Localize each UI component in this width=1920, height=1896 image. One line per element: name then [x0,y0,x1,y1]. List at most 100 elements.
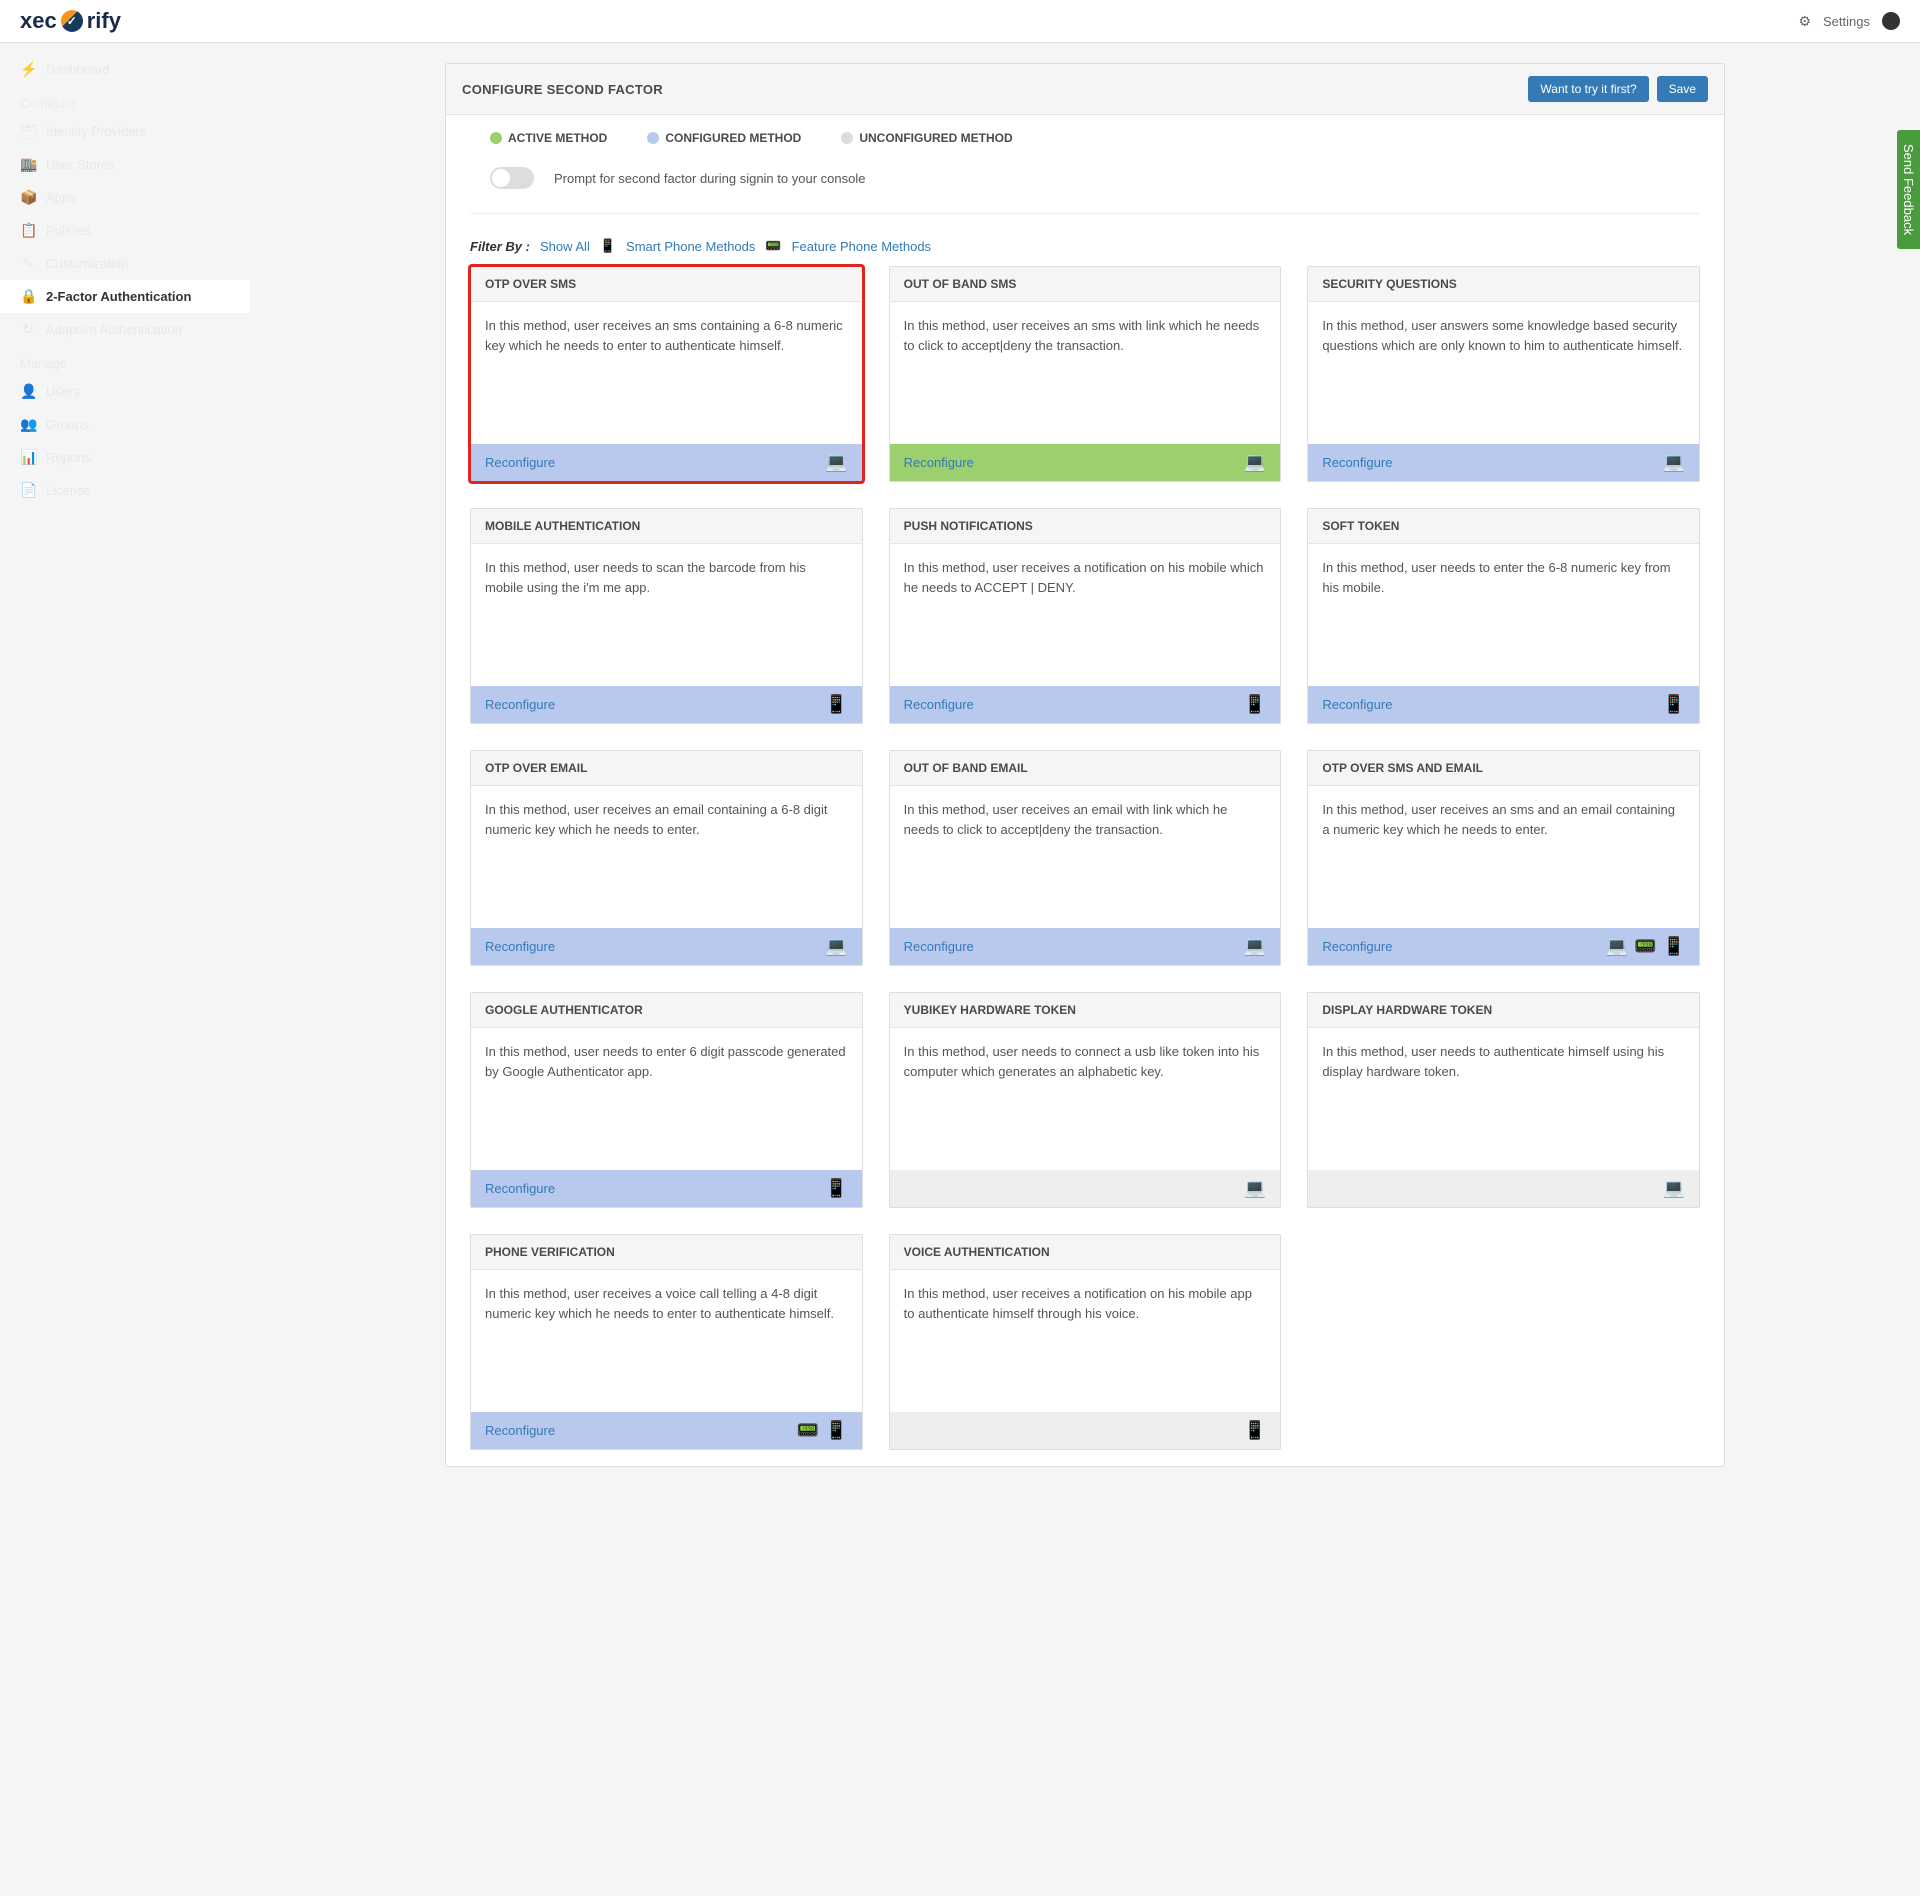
card-description: In this method, user receives an sms con… [471,302,862,444]
sidebar-item-groups[interactable]: 👥Groups [0,408,250,441]
nav-icon: 🏬 [20,156,36,173]
method-card-push-notifications: PUSH NOTIFICATIONSIn this method, user r… [889,508,1282,724]
sidebar-item-user-stores[interactable]: 🏬 User Stores [0,148,250,181]
avatar[interactable] [1882,12,1900,30]
reconfigure-link[interactable]: Reconfigure [904,697,974,712]
device-icon: 💻 [1244,1178,1266,1199]
card-title: PHONE VERIFICATION [471,1235,862,1270]
device-icons: 📟📱 [797,1420,848,1441]
sidebar-item-license[interactable]: 📄License [0,474,250,507]
config-panel: CONFIGURE SECOND FACTOR Want to try it f… [445,63,1725,1467]
reconfigure-link[interactable]: Reconfigure [485,455,555,470]
device-icons: 💻 [825,936,847,957]
reconfigure-link[interactable]: Reconfigure [1322,455,1392,470]
legend-row: ACTIVE METHOD CONFIGURED METHOD UNCONFIG… [470,131,1700,145]
sidebar-item-users[interactable]: 👤Users [0,375,250,408]
method-card-otp-over-sms: OTP OVER SMSIn this method, user receive… [470,266,863,482]
method-card-mobile-authentication: MOBILE AUTHENTICATIONIn this method, use… [470,508,863,724]
nav-label: User Stores [46,157,115,172]
sidebar-item-reports[interactable]: 📊Reports [0,441,250,474]
card-description: In this method, user answers some knowle… [1308,302,1699,444]
method-card-display-hardware-token: DISPLAY HARDWARE TOKENIn this method, us… [1307,992,1700,1208]
device-icons: 📱 [825,1178,847,1199]
card-title: OUT OF BAND EMAIL [890,751,1281,786]
device-icons: 💻 [1244,1178,1266,1199]
sidebar-item-identity-providers[interactable]: 🗂Identity Providers [0,115,250,148]
nav-label: 2-Factor Authentication [46,289,191,304]
feedback-tab[interactable]: Send Feedback [1897,130,1920,249]
nav-icon: 📦 [20,189,36,206]
device-icon: 💻 [1244,452,1266,473]
card-footer: Reconfigure💻 [1308,444,1699,481]
method-card-phone-verification: PHONE VERIFICATIONIn this method, user r… [470,1234,863,1450]
method-card-security-questions: SECURITY QUESTIONSIn this method, user a… [1307,266,1700,482]
sidebar-item-adaptive-authentication[interactable]: ↻Adaptive Authentication [0,313,250,346]
card-description: In this method, user receives an sms and… [1308,786,1699,928]
card-description: In this method, user receives a notifica… [890,1270,1281,1412]
sidebar-item-customization[interactable]: ✎Customization [0,247,250,280]
sidebar-item-apps[interactable]: 📦 Apps [0,181,250,214]
sidebar-item-policies[interactable]: 📋Policies [0,214,250,247]
prompt-toggle[interactable] [490,167,534,189]
reconfigure-link[interactable]: Reconfigure [1322,697,1392,712]
card-footer: Reconfigure 💻📟📱 [1308,928,1699,965]
sidebar-item-dashboard[interactable]: ⚡Dashboard [0,53,250,86]
device-icon: 📱 [1663,936,1685,957]
nav-icon: 👥 [20,416,36,433]
nav-label: Identity Providers [46,124,146,139]
device-icons: 📱 [825,694,847,715]
device-icons: 💻📟📱 [1606,936,1685,957]
reconfigure-link[interactable]: Reconfigure [485,939,555,954]
device-icons: 💻 [1244,452,1266,473]
card-title: MOBILE AUTHENTICATION [471,509,862,544]
reconfigure-link[interactable]: Reconfigure [1322,939,1392,954]
logo-mark: ✓ [61,10,83,32]
reconfigure-link[interactable]: Reconfigure [485,697,555,712]
card-title: GOOGLE AUTHENTICATOR [471,993,862,1028]
card-title: OUT OF BAND SMS [890,267,1281,302]
reconfigure-link[interactable]: Reconfigure [485,1423,555,1438]
nav-label: Customization [46,256,128,271]
nav-label: Apps [46,190,76,205]
reconfigure-link[interactable]: Reconfigure [904,455,974,470]
filter-smart[interactable]: Smart Phone Methods [626,239,755,254]
nav-icon: 🔒 [20,288,36,305]
gear-icon[interactable]: ⚙ [1798,13,1811,30]
settings-link[interactable]: Settings [1823,14,1870,29]
device-icon: 📟 [797,1420,819,1441]
nav-icon: 📄 [20,482,36,499]
device-icons: 💻 [1244,936,1266,957]
dot-configured-icon [647,132,659,144]
panel-title: CONFIGURE SECOND FACTOR [462,82,663,97]
card-description: In this method, user needs to connect a … [890,1028,1281,1170]
card-description: In this method, user needs to enter 6 di… [471,1028,862,1170]
nav-icon: ↻ [20,321,36,338]
reconfigure-link[interactable]: Reconfigure [904,939,974,954]
device-icons: 💻 [1663,1178,1685,1199]
method-card-otp-over-email: OTP OVER EMAILIn this method, user recei… [470,750,863,966]
reconfigure-link[interactable]: Reconfigure [485,1181,555,1196]
device-icons: 📱 [1244,1420,1266,1441]
card-description: In this method, user receives an email w… [890,786,1281,928]
filter-feature[interactable]: Feature Phone Methods [792,239,931,254]
filter-show-all[interactable]: Show All [540,239,590,254]
method-card-out-of-band-sms: OUT OF BAND SMSIn this method, user rece… [889,266,1282,482]
nav-icon: 📊 [20,449,36,466]
nav-label: Policies [46,223,91,238]
card-footer: Reconfigure 📱 [471,686,862,723]
nav-label: Users [46,384,80,399]
sidebar-item-2-factor-authentication[interactable]: 🔒 2-Factor Authentication [0,280,250,313]
device-icon: 📱 [825,1420,847,1441]
device-icon: 💻 [825,452,847,473]
card-footer: 📱 [890,1412,1281,1449]
card-title: DISPLAY HARDWARE TOKEN [1308,993,1699,1028]
try-button[interactable]: Want to try it first? [1528,76,1648,102]
nav-section-configure: Configure [0,86,250,115]
method-card-voice-authentication: VOICE AUTHENTICATIONIn this method, user… [889,1234,1282,1450]
card-title: YUBIKEY HARDWARE TOKEN [890,993,1281,1028]
save-button[interactable]: Save [1657,76,1708,102]
dot-active-icon [490,132,502,144]
prompt-text: Prompt for second factor during signin t… [554,171,865,186]
device-icon: 📱 [1663,694,1685,715]
card-title: OTP OVER SMS [471,267,862,302]
